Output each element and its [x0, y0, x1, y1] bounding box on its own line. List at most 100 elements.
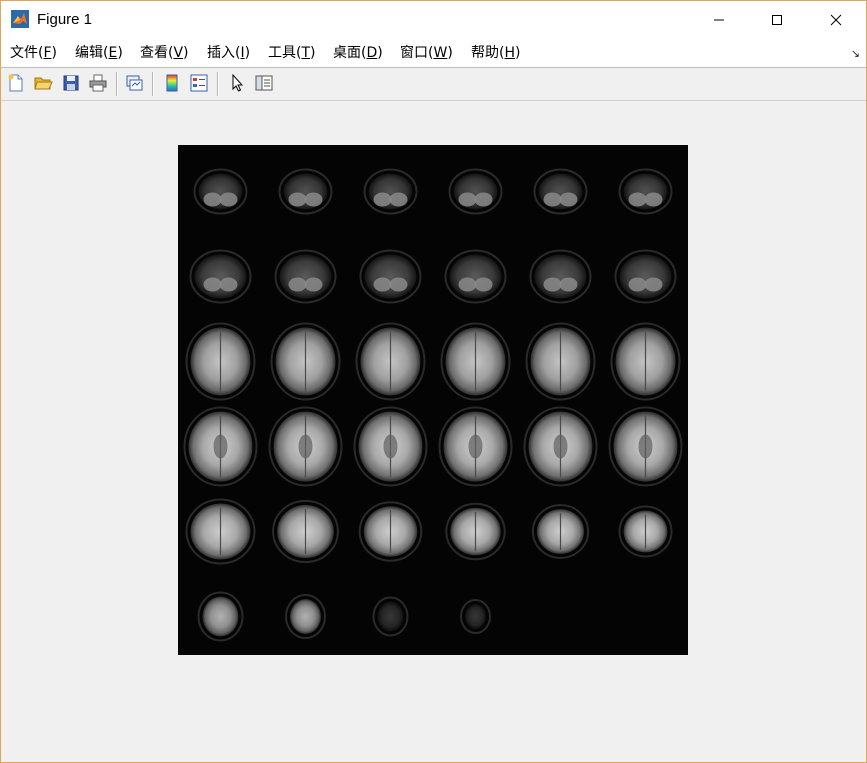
brain-tissue	[465, 604, 486, 629]
menu-view[interactable]: 查看(V)	[140, 44, 189, 62]
brain-slice	[440, 322, 511, 401]
brain-slice	[438, 406, 513, 487]
toolbar-separator	[152, 72, 153, 96]
print-button[interactable]	[87, 72, 109, 94]
brain-slice	[445, 502, 506, 561]
cerebellum-lobe	[559, 192, 578, 207]
brain-slice	[355, 322, 426, 401]
cerebellum-lobe	[458, 192, 477, 207]
edit-plot-button[interactable]	[226, 72, 248, 94]
brain-slice	[608, 406, 683, 487]
menu-help[interactable]: 帮助(H)	[471, 44, 520, 62]
ventricle	[638, 434, 653, 459]
brain-tissue	[279, 254, 332, 299]
new-figure-icon	[8, 74, 23, 92]
cerebellum-lobe	[219, 277, 238, 292]
cerebellum-lobe	[373, 277, 392, 292]
brain-slice	[268, 406, 343, 487]
brain-slice	[278, 168, 333, 215]
matlab-logo-icon	[11, 10, 29, 28]
figure-window: Figure 1 文件(F) 编辑(E) 查看(V) 插入(I) 工具(T) 桌…	[0, 0, 867, 763]
brain-slice	[614, 249, 677, 304]
brain-slice	[529, 249, 592, 304]
cerebellum-lobe	[304, 277, 323, 292]
print-icon	[89, 74, 107, 92]
close-button[interactable]	[813, 1, 859, 39]
ventricle	[468, 434, 483, 459]
menu-desktop[interactable]: 桌面(D)	[333, 44, 383, 62]
brain-tissue	[194, 254, 247, 299]
cerebellum-lobe	[644, 192, 663, 207]
menu-insert[interactable]: 插入(I)	[207, 44, 250, 62]
menu-bar: 文件(F) 编辑(E) 查看(V) 插入(I) 工具(T) 桌面(D) 窗口(W…	[1, 39, 866, 68]
brain-tissue	[377, 601, 404, 632]
brain-slice	[185, 498, 256, 565]
cerebellum-lobe	[373, 192, 392, 207]
brain-slice	[618, 168, 673, 215]
cerebellum-lobe	[628, 277, 647, 292]
minimize-button[interactable]	[696, 1, 742, 39]
menu-edit[interactable]: 编辑(E)	[75, 44, 123, 62]
brain-slice	[523, 406, 598, 487]
brain-tissue	[198, 173, 243, 210]
window-title: Figure 1	[37, 11, 93, 28]
brain-slice	[610, 322, 681, 401]
brain-slice	[270, 322, 341, 401]
colorbar-icon	[166, 74, 178, 92]
save-button[interactable]	[60, 72, 82, 94]
brain-tissue	[290, 599, 321, 634]
figure-toolbar	[1, 68, 866, 101]
menu-tools[interactable]: 工具(T)	[268, 44, 316, 62]
brain-tissue	[534, 254, 587, 299]
brain-slice	[444, 249, 507, 304]
open-file-icon	[34, 77, 53, 90]
minimize-icon	[714, 19, 724, 21]
menu-file[interactable]: 文件(F)	[10, 44, 57, 62]
brain-slice	[448, 168, 503, 215]
cerebellum-lobe	[203, 277, 222, 292]
open-file-button[interactable]	[32, 72, 54, 94]
ventricle	[553, 434, 568, 459]
link-plot-button[interactable]	[123, 72, 145, 94]
brain-tissue	[364, 254, 417, 299]
cerebellum-lobe	[474, 277, 493, 292]
image-axes[interactable]	[178, 145, 688, 655]
brain-slice	[193, 168, 248, 215]
toolbar-separator	[116, 72, 117, 96]
cerebellum-lobe	[389, 192, 408, 207]
brain-slice	[353, 406, 428, 487]
cerebellum-lobe	[644, 277, 663, 292]
brain-slice	[274, 249, 337, 304]
colorbar-button[interactable]	[161, 72, 183, 94]
ventricle	[383, 434, 398, 459]
brain-slice	[533, 168, 588, 215]
toolbar-separator	[217, 72, 218, 96]
brain-tissue	[453, 173, 498, 210]
cerebellum-lobe	[389, 277, 408, 292]
new-figure-button[interactable]	[5, 72, 27, 94]
brain-tissue	[202, 596, 239, 637]
brain-slice	[358, 501, 423, 562]
brain-slice	[359, 249, 422, 304]
brain-slice	[363, 168, 418, 215]
maximize-button[interactable]	[754, 1, 800, 39]
cerebellum-lobe	[304, 192, 323, 207]
cerebellum-lobe	[543, 277, 562, 292]
menu-window[interactable]: 窗口(W)	[400, 44, 453, 62]
brain-tissue	[283, 173, 328, 210]
property-inspector-icon	[255, 75, 273, 91]
legend-button[interactable]	[188, 72, 210, 94]
pointer-icon	[232, 73, 244, 92]
cerebellum-lobe	[203, 192, 222, 207]
cerebellum-lobe	[219, 192, 238, 207]
dock-figure-icon[interactable]: ↘	[851, 47, 860, 60]
brain-slice	[197, 591, 244, 642]
property-inspector-button[interactable]	[253, 72, 275, 94]
ventricle	[213, 434, 228, 459]
cerebellum-lobe	[543, 192, 562, 207]
save-icon	[63, 75, 79, 91]
title-bar[interactable]: Figure 1	[1, 1, 866, 39]
maximize-icon	[772, 15, 782, 25]
brain-tissue	[368, 173, 413, 210]
legend-icon	[190, 74, 208, 92]
